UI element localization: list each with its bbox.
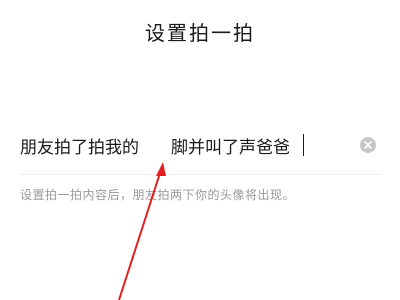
hint-text: 设置拍一拍内容后，朋友拍两下你的头像将出现。 <box>20 188 296 202</box>
divider <box>20 174 382 175</box>
text-caret <box>303 134 304 156</box>
page-title: 设置拍一拍 <box>145 21 255 45</box>
pat-settings-screen: 设置拍一拍 朋友拍了拍我的 设置拍一拍内容后，朋友拍两下你的头像将出现。 <box>0 0 400 300</box>
clear-icon <box>364 141 372 149</box>
pat-suffix-input[interactable] <box>171 130 351 160</box>
clear-button[interactable] <box>360 137 376 153</box>
pat-input-row: 朋友拍了拍我的 <box>20 130 390 164</box>
pat-prefix-label: 朋友拍了拍我的 <box>20 138 139 158</box>
